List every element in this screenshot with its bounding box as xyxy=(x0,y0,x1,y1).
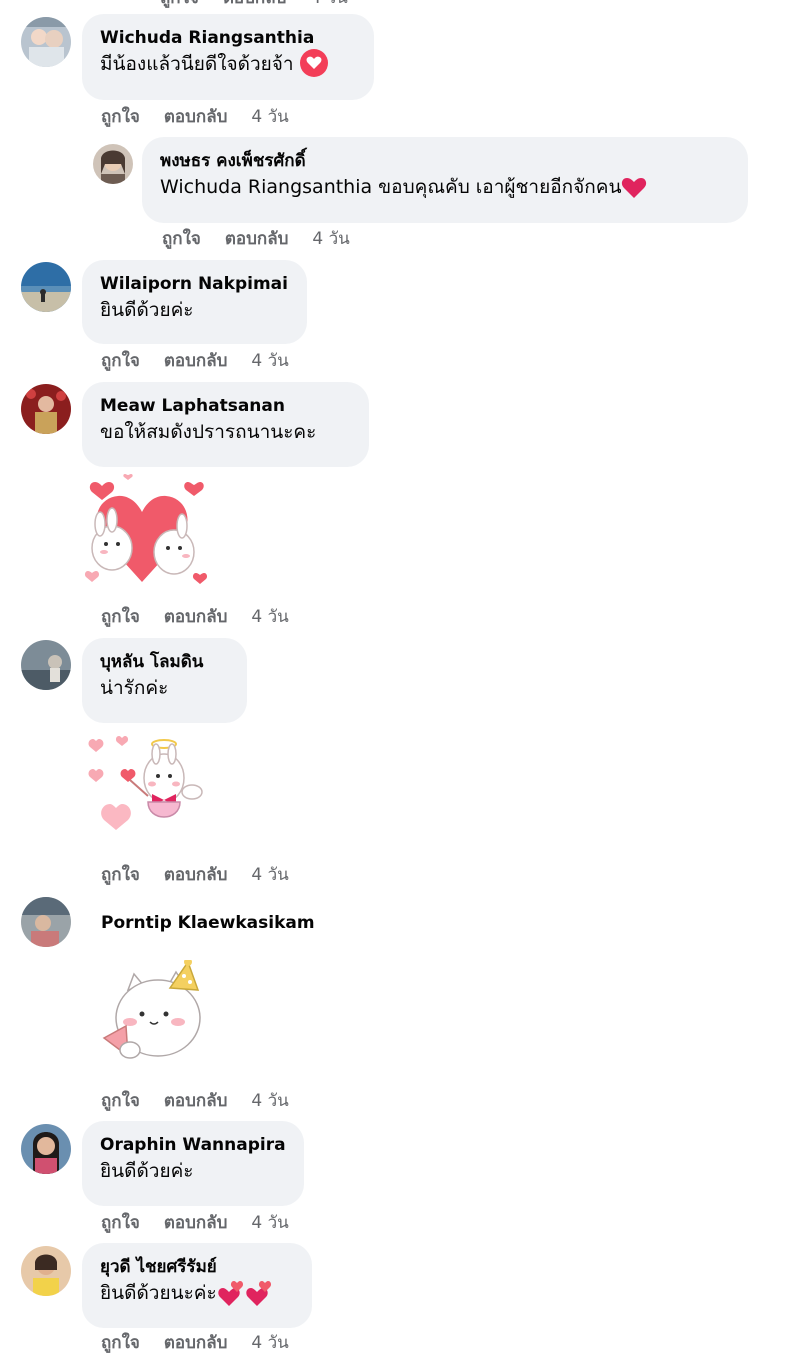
comment-bubble: ยุวดี ไชยศรีรัมย์ ยินดีด้วยนะค่ะ xyxy=(82,1243,312,1328)
like-link[interactable]: ถูกใจ xyxy=(101,1333,140,1353)
comment-bubble: Wilaiporn Nakpimai ยินดีด้วยค่ะ xyxy=(82,260,307,344)
comment-time[interactable]: 4 วัน xyxy=(251,865,288,885)
reply-link[interactable]: ตอบกลับ xyxy=(164,1091,228,1111)
avatar[interactable] xyxy=(21,640,71,690)
reply-bubble: พงษธร คงเพ็ชรศักดิ์ Wichuda Riangsanthia… xyxy=(142,137,748,223)
like-link[interactable]: ถูกใจ xyxy=(101,1213,140,1233)
comment-author[interactable]: Porntip Klaewkasikam xyxy=(101,911,315,935)
like-link[interactable]: ถูกใจ xyxy=(101,607,140,627)
comment-text: Wichuda Riangsanthia ขอบคุณคับ เอาผู้ชาย… xyxy=(160,173,730,201)
comment-bubble: Oraphin Wannapira ยินดีด้วยค่ะ xyxy=(82,1121,304,1206)
comment-text-content: Wichuda Riangsanthia ขอบคุณคับ เอาผู้ชาย… xyxy=(160,176,622,198)
comment-text: น่ารักค่ะ xyxy=(100,677,169,699)
comment-actions: ถูกใจ ตอบกลับ 4 วัน xyxy=(162,229,350,249)
comment-actions: ถูกใจ ตอบกลับ 4 วัน xyxy=(101,607,289,627)
reply-link[interactable]: ตอบกลับ xyxy=(164,607,228,627)
like-link[interactable]: ถูกใจ xyxy=(101,351,140,371)
comment-actions: ถูกใจ ตอบกลับ 4 วัน xyxy=(101,1333,289,1353)
comment-text: ยินดีด้วยค่ะ xyxy=(100,1160,194,1182)
avatar[interactable] xyxy=(21,897,71,947)
love-reaction-icon[interactable] xyxy=(299,48,328,77)
comment-time[interactable]: 4 วัน xyxy=(251,351,288,371)
like-link[interactable]: ถูกใจ xyxy=(160,0,199,8)
comment-time[interactable]: 4 วัน xyxy=(310,0,347,8)
comment-text-content: มีน้องแล้วนียดีใจด้วยจ้า xyxy=(100,53,294,75)
avatar[interactable] xyxy=(93,144,133,184)
avatar[interactable] xyxy=(21,1246,71,1296)
comment-time[interactable]: 4 วัน xyxy=(251,1091,288,1111)
reply-link[interactable]: ตอบกลับ xyxy=(164,865,228,885)
comment-author[interactable]: Oraphin Wannapira xyxy=(100,1133,286,1157)
reply-link[interactable]: ตอบกลับ xyxy=(164,107,228,127)
comment-actions: ถูกใจ ตอบกลับ 4 วัน xyxy=(160,0,348,8)
bunnies-heart-sticker[interactable] xyxy=(82,474,212,598)
comment-author[interactable]: Wichuda Riangsanthia xyxy=(100,26,356,50)
comment-author[interactable]: Wilaiporn Nakpimai xyxy=(100,272,289,296)
comment-author[interactable]: บุหลัน โลมดิน xyxy=(100,650,229,674)
comment-author[interactable]: Meaw Laphatsanan xyxy=(100,394,351,418)
comment-actions: ถูกใจ ตอบกลับ 4 วัน xyxy=(101,107,289,127)
comment-time[interactable]: 4 วัน xyxy=(251,107,288,127)
comment-time[interactable]: 4 วัน xyxy=(251,1213,288,1233)
two-hearts-emoji-icon xyxy=(218,1280,271,1306)
like-link[interactable]: ถูกใจ xyxy=(101,865,140,885)
comment-text: ยินดีด้วยค่ะ xyxy=(100,299,194,321)
like-link[interactable]: ถูกใจ xyxy=(101,107,140,127)
comment-text: ขอให้สมดังปรารถนานะคะ xyxy=(100,421,317,443)
comment-text: ยินดีด้วยนะค่ะ xyxy=(100,1279,294,1308)
comment-actions: ถูกใจ ตอบกลับ 4 วัน xyxy=(101,1091,289,1111)
reply-link[interactable]: ตอบกลับ xyxy=(225,229,289,249)
avatar[interactable] xyxy=(21,262,71,312)
comment-bubble: บุหลัน โลมดิน น่ารักค่ะ xyxy=(82,638,247,723)
avatar[interactable] xyxy=(21,384,71,434)
angel-bunny-sticker[interactable] xyxy=(82,730,212,844)
comment-actions: ถูกใจ ตอบกลับ 4 วัน xyxy=(101,351,289,371)
avatar[interactable] xyxy=(21,1124,71,1174)
comment-author[interactable]: ยุวดี ไชยศรีรัมย์ xyxy=(100,1255,294,1279)
comment-time[interactable]: 4 วัน xyxy=(312,229,349,249)
comment-bubble: Wichuda Riangsanthia มีน้องแล้วนียดีใจด้… xyxy=(82,14,374,100)
comment-actions: ถูกใจ ตอบกลับ 4 วัน xyxy=(101,1213,289,1233)
comment-text: มีน้องแล้วนียดีใจด้วยจ้า xyxy=(100,48,356,79)
comment-actions: ถูกใจ ตอบกลับ 4 วัน xyxy=(101,865,289,885)
comment-time[interactable]: 4 วัน xyxy=(251,607,288,627)
avatar[interactable] xyxy=(21,17,71,67)
party-cat-sticker[interactable] xyxy=(98,958,208,1079)
reply-link[interactable]: ตอบกลับ xyxy=(164,1333,228,1353)
reply-link[interactable]: ตอบกลับ xyxy=(164,351,228,371)
like-link[interactable]: ถูกใจ xyxy=(162,229,201,249)
reply-link[interactable]: ตอบกลับ xyxy=(164,1213,228,1233)
comment-author[interactable]: พงษธร คงเพ็ชรศักดิ์ xyxy=(160,149,730,173)
comment-time[interactable]: 4 วัน xyxy=(251,1333,288,1353)
comment-bubble: Meaw Laphatsanan ขอให้สมดังปรารถนานะคะ xyxy=(82,382,369,467)
reply-link[interactable]: ตอบกลับ xyxy=(223,0,287,8)
like-link[interactable]: ถูกใจ xyxy=(101,1091,140,1111)
comment-text-content: ยินดีด้วยนะค่ะ xyxy=(100,1282,217,1304)
red-heart-emoji-icon xyxy=(622,177,647,198)
